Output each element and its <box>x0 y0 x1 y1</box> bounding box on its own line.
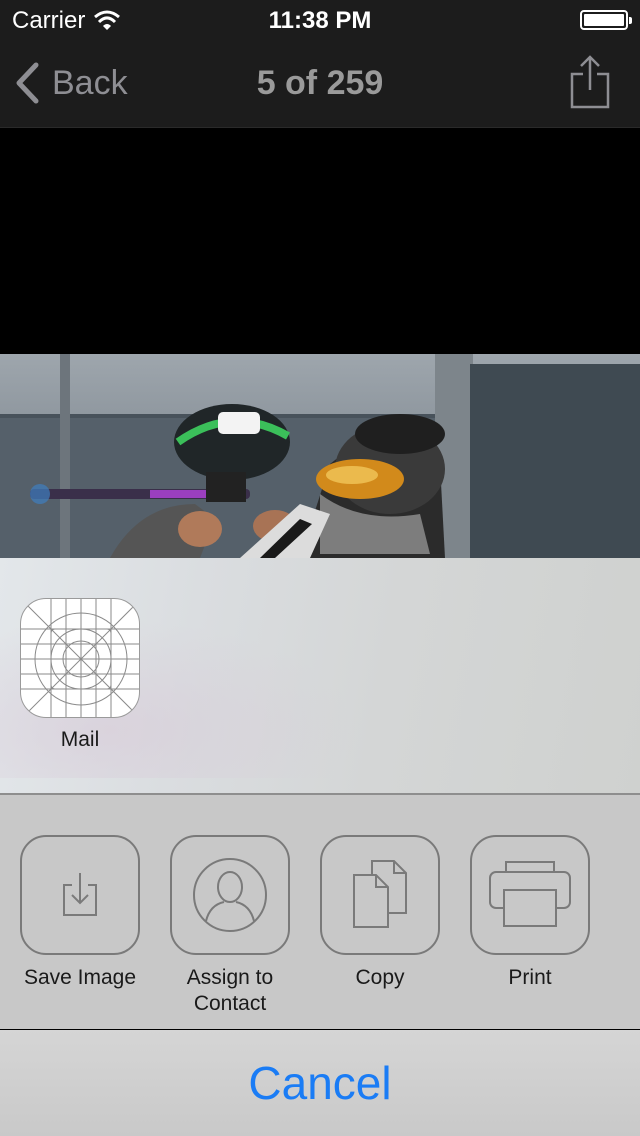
photo-image <box>0 354 640 558</box>
action-label: Print <box>508 966 552 989</box>
share-apps-row: Mail <box>0 558 640 794</box>
print-button[interactable]: Print <box>455 835 605 991</box>
share-app-label: Mail <box>60 728 100 751</box>
status-time: 11:38 PM <box>268 7 372 34</box>
activity-sheet: Mail Save Image Assign to Contact Copy P… <box>0 558 640 1136</box>
actions-row: Save Image Assign to Contact Copy Print <box>0 795 640 1029</box>
navigation-bar: Back 5 of 259 <box>0 40 640 128</box>
copy-icon <box>353 860 407 928</box>
assign-contact-icon <box>193 858 267 932</box>
assign-to-contact-button[interactable]: Assign to Contact <box>155 835 305 1017</box>
status-bar: Carrier 11:38 PM <box>0 0 640 40</box>
mail-placeholder-icon <box>20 598 140 718</box>
action-label: Save Image <box>23 966 137 989</box>
action-label: Assign to Contact <box>186 966 274 1015</box>
save-image-button[interactable]: Save Image <box>5 835 155 991</box>
page-title: 5 of 259 <box>256 64 384 102</box>
battery-icon <box>580 10 632 30</box>
share-app-mail[interactable]: Mail <box>20 598 140 752</box>
save-image-icon <box>63 873 97 916</box>
action-label: Copy <box>355 966 405 989</box>
print-icon <box>489 861 571 927</box>
share-icon[interactable] <box>568 54 612 110</box>
cancel-button[interactable]: Cancel <box>0 1030 640 1136</box>
top-bar: Carrier 11:38 PM Back 5 of 259 <box>0 0 640 128</box>
copy-button[interactable]: Copy <box>305 835 455 991</box>
